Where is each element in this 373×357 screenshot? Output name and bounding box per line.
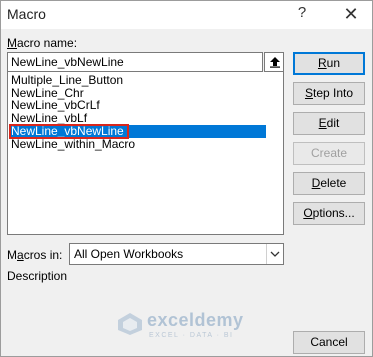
description-label: Description: [7, 269, 68, 283]
create-button[interactable]: Create: [293, 142, 365, 165]
options-button[interactable]: Options...: [293, 202, 365, 225]
macro-list[interactable]: Multiple_Line_Button NewLine_Chr NewLine_v…: [7, 72, 284, 235]
title-bar: Macro ? ✕: [1, 1, 372, 29]
macro-name-label: Macro name:: [7, 36, 78, 50]
macros-in-value: All Open Workbooks: [74, 247, 184, 261]
chevron-down-icon: [270, 251, 280, 257]
arrow-up-icon: [270, 57, 280, 68]
watermark: exceldemy EXCEL · DATA · BI: [113, 306, 283, 342]
macro-list-item[interactable]: NewLine_within_Macro: [9, 137, 266, 151]
exceldemy-logo-icon: [118, 313, 142, 335]
dialog-title: Macro: [7, 6, 46, 22]
watermark-name: exceldemy: [147, 310, 244, 330]
step-into-button[interactable]: Step Into: [293, 82, 365, 105]
run-button[interactable]: Run: [293, 52, 365, 75]
delete-button[interactable]: Delete: [293, 172, 365, 195]
macro-name-input[interactable]: NewLine_vbNewLine: [7, 52, 263, 72]
macro-dialog: Macro ? ✕ Macro name: NewLine_vbNewLine …: [0, 0, 373, 357]
close-button[interactable]: ✕: [339, 3, 363, 25]
macro-list-item[interactable]: NewLine_vbNewLine: [9, 123, 266, 139]
help-button[interactable]: ?: [291, 4, 313, 24]
edit-button[interactable]: Edit: [293, 112, 365, 135]
macros-in-label: Macros in:: [7, 248, 63, 262]
dropdown-toggle[interactable]: [266, 244, 283, 264]
collapse-button[interactable]: [264, 52, 284, 72]
cancel-button[interactable]: Cancel: [293, 331, 365, 354]
watermark-tagline: EXCEL · DATA · BI: [149, 332, 234, 339]
macros-in-select[interactable]: All Open Workbooks: [69, 243, 284, 265]
